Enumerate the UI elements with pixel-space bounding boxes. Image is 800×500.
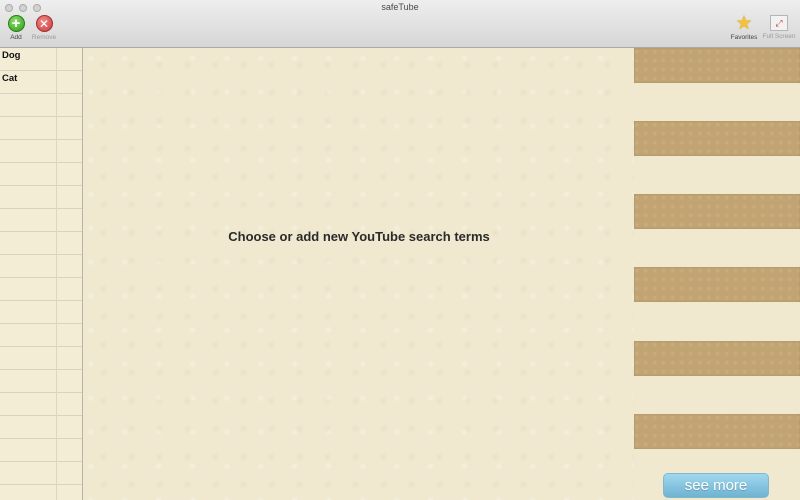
add-label: Add (10, 34, 22, 41)
remove-x-icon: ✕ (35, 15, 53, 32)
search-terms-sidebar: Dog Cat (0, 48, 83, 500)
window-titlebar: safeTube + Add ✕ Remove ★ Favorites ⤢ Fu… (0, 0, 800, 48)
see-more-button[interactable]: see more (663, 473, 769, 498)
video-thumbnail[interactable] (634, 414, 800, 449)
search-term-item[interactable]: Dog (2, 50, 20, 61)
sidebar-divider (56, 48, 57, 500)
video-thumbnail[interactable] (634, 121, 800, 156)
favorites-button[interactable]: ★ Favorites (724, 13, 764, 41)
favorites-label: Favorites (730, 34, 758, 41)
video-thumbnail[interactable] (634, 267, 800, 302)
remove-button[interactable]: ✕ Remove (24, 15, 64, 41)
remove-label: Remove (31, 34, 57, 41)
search-term-item[interactable]: Cat (2, 73, 17, 84)
empty-state-message: Choose or add new YouTube search terms (228, 229, 490, 244)
fullscreen-button[interactable]: ⤢ Full Screen (759, 15, 799, 40)
video-thumbnail[interactable] (634, 341, 800, 376)
video-thumbnail[interactable] (634, 194, 800, 229)
main-content: Choose or add new YouTube search terms (84, 48, 634, 500)
results-column (634, 48, 800, 500)
video-thumbnail[interactable] (634, 48, 800, 83)
fullscreen-label: Full Screen (762, 33, 796, 40)
fullscreen-icon: ⤢ (770, 15, 788, 31)
plus-icon: + (7, 15, 25, 32)
window-title: safeTube (381, 2, 419, 12)
star-icon: ★ (735, 13, 753, 34)
